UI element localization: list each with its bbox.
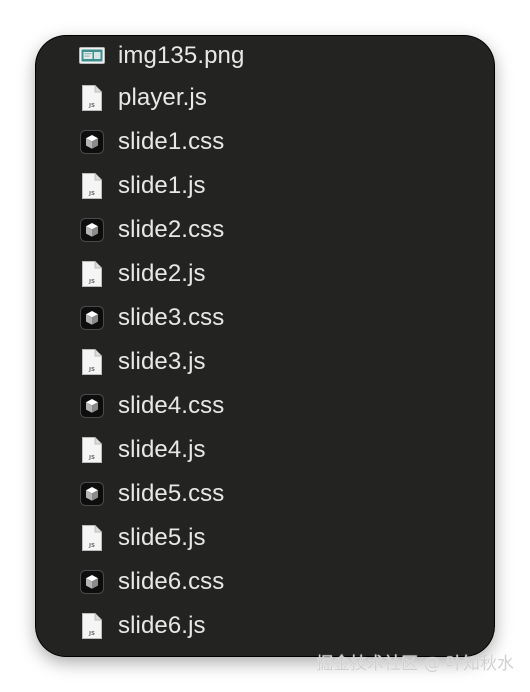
- file-name: slide5.css: [118, 480, 225, 507]
- js-icon-label: JS: [88, 279, 95, 285]
- file-name: img135.png: [118, 42, 245, 69]
- js-file-icon: JS: [79, 525, 105, 551]
- css-file-icon: [79, 129, 105, 155]
- file-item-slide2-js[interactable]: JS slide2.js: [36, 252, 494, 296]
- css-file-icon: [79, 217, 105, 243]
- file-item-slide4-css[interactable]: slide4.css: [36, 384, 494, 428]
- js-file-icon: JS: [79, 349, 105, 375]
- css-file-icon: [79, 393, 105, 419]
- js-icon-label: JS: [88, 191, 95, 197]
- js-icon-label: JS: [88, 631, 95, 637]
- file-item-slide6-css[interactable]: slide6.css: [36, 560, 494, 604]
- file-item-slide5-css[interactable]: slide5.css: [36, 472, 494, 516]
- js-file-icon: JS: [79, 613, 105, 639]
- file-name: slide3.css: [118, 304, 225, 331]
- file-list: img135.png JS player.js slide1.css JS sl…: [36, 36, 494, 648]
- file-item-slide1-css[interactable]: slide1.css: [36, 120, 494, 164]
- file-name: player.js: [118, 84, 207, 111]
- file-item-img135-png[interactable]: img135.png: [36, 36, 494, 76]
- css-file-icon: [79, 481, 105, 507]
- file-name: slide2.css: [118, 216, 225, 243]
- file-item-slide4-js[interactable]: JS slide4.js: [36, 428, 494, 472]
- file-name: slide6.css: [118, 568, 225, 595]
- file-name: slide2.js: [118, 260, 206, 287]
- js-file-icon: JS: [79, 85, 105, 111]
- js-file-icon: JS: [79, 261, 105, 287]
- file-name: slide1.css: [118, 128, 225, 155]
- file-item-slide2-css[interactable]: slide2.css: [36, 208, 494, 252]
- file-item-slide3-css[interactable]: slide3.css: [36, 296, 494, 340]
- css-file-icon: [79, 305, 105, 331]
- css-file-icon: [79, 569, 105, 595]
- file-item-slide5-js[interactable]: JS slide5.js: [36, 516, 494, 560]
- js-file-icon: JS: [79, 437, 105, 463]
- js-file-icon: JS: [79, 173, 105, 199]
- file-item-slide6-js[interactable]: JS slide6.js: [36, 604, 494, 648]
- file-item-slide3-js[interactable]: JS slide3.js: [36, 340, 494, 384]
- js-icon-label: JS: [88, 543, 95, 549]
- js-icon-label: JS: [88, 455, 95, 461]
- file-name: slide1.js: [118, 172, 206, 199]
- file-name: slide4.js: [118, 436, 206, 463]
- watermark: 掘金技术社区 @ 叶知秋水: [316, 654, 514, 674]
- png-image-icon: [79, 43, 105, 69]
- file-name: slide4.css: [118, 392, 225, 419]
- file-name: slide3.js: [118, 348, 206, 375]
- file-name: slide6.js: [118, 612, 206, 639]
- file-name: slide5.js: [118, 524, 206, 551]
- js-icon-label: JS: [88, 367, 95, 373]
- file-item-player-js[interactable]: JS player.js: [36, 76, 494, 120]
- file-list-panel: img135.png JS player.js slide1.css JS sl…: [36, 36, 494, 656]
- file-item-slide1-js[interactable]: JS slide1.js: [36, 164, 494, 208]
- js-icon-label: JS: [88, 103, 95, 109]
